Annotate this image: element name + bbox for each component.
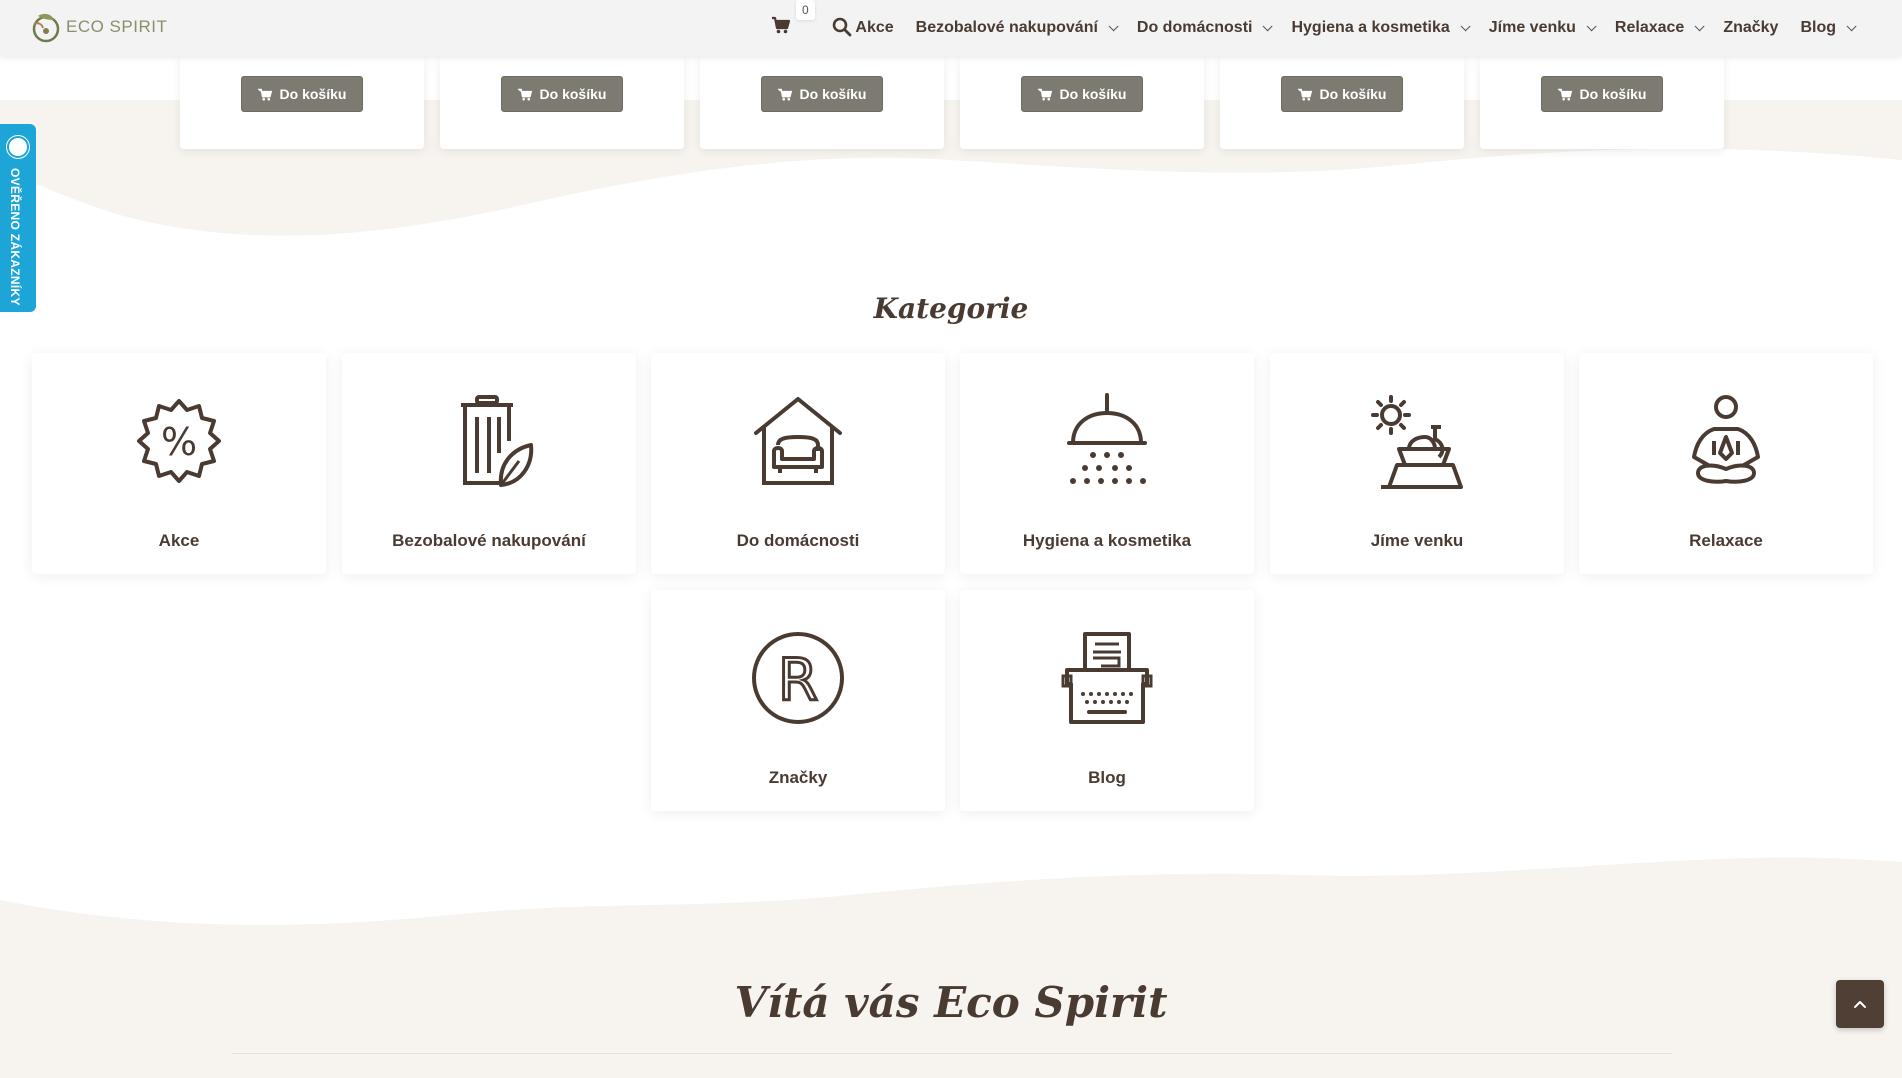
- nav-item-bezobalove[interactable]: Bezobalové nakupování: [905, 19, 1126, 37]
- add-to-cart-label: Do košíku: [1059, 86, 1127, 102]
- product-card: Do košíku: [1480, 56, 1724, 149]
- bottom-wave-decoration: [0, 857, 1902, 1078]
- add-to-cart-button[interactable]: Do košíku: [760, 76, 884, 112]
- product-card: Do košíku: [700, 56, 944, 149]
- add-to-cart-button[interactable]: Do košíku: [1020, 76, 1144, 112]
- add-to-cart-label: Do košíku: [799, 86, 867, 102]
- category-card-jime-venku[interactable]: Jíme venku: [1270, 353, 1564, 574]
- add-to-cart-button[interactable]: Do košíku: [1540, 76, 1664, 112]
- add-to-cart-label: Do košíku: [539, 86, 607, 102]
- svg-text:%: %: [161, 420, 197, 464]
- chevron-down-icon: [1694, 20, 1705, 31]
- category-label: Hygiena a kosmetika: [1022, 531, 1192, 550]
- category-label: Jíme venku: [1370, 531, 1464, 550]
- chevron-down-icon: [1108, 20, 1119, 31]
- category-label: Relaxace: [1689, 531, 1763, 550]
- verified-by-customers-tab[interactable]: OVĚŘENO ZÁKAZNÍKY: [0, 124, 36, 312]
- percent-badge-icon: %: [137, 399, 221, 483]
- main-nav: Akce Bezobalové nakupování Do domácnosti…: [844, 0, 1864, 56]
- nav-item-label: Hygiena a kosmetika: [1291, 19, 1450, 36]
- nav-item-label: Blog: [1800, 19, 1836, 36]
- category-label: Do domácnosti: [736, 531, 860, 550]
- welcome-title: Vítá vás Eco Spirit: [734, 978, 1168, 1027]
- registered-icon: R: [752, 632, 844, 724]
- nav-item-label: Relaxace: [1614, 19, 1685, 36]
- meditation-icon: [1692, 395, 1760, 484]
- nav-item-label: Bezobalové nakupování: [915, 19, 1098, 36]
- cart-count-badge: 0: [796, 0, 815, 20]
- verified-seal-icon: [7, 136, 29, 158]
- picnic-icon: [1371, 395, 1463, 489]
- shower-icon: [1067, 393, 1147, 484]
- verified-label: OVĚŘENO ZÁKAZNÍKY: [8, 168, 22, 306]
- nav-item-znacky[interactable]: Značky: [1712, 19, 1789, 37]
- logo-leaf-icon: [32, 13, 60, 43]
- add-to-cart-button[interactable]: Do košíku: [500, 76, 624, 112]
- category-label: Značky: [768, 768, 828, 787]
- logo-text: ECO SPIRIT: [66, 17, 168, 36]
- logo[interactable]: ECO SPIRIT: [30, 10, 167, 44]
- chevron-up-icon: [1854, 1001, 1866, 1008]
- cart-icon: [1037, 88, 1052, 100]
- nav-item-hygiena[interactable]: Hygiena a kosmetika: [1280, 19, 1477, 37]
- nav-item-label: Jíme venku: [1488, 19, 1576, 36]
- add-to-cart-label: Do košíku: [279, 86, 347, 102]
- bin-leaf-icon: [461, 395, 534, 487]
- nav-item-jime-venku[interactable]: Jíme venku: [1478, 19, 1604, 37]
- category-card-akce[interactable]: % Akce: [32, 353, 326, 574]
- house-sofa-icon: [754, 397, 842, 485]
- product-card: Do košíku: [180, 56, 424, 149]
- chevron-down-icon: [1460, 20, 1471, 31]
- add-to-cart-label: Do košíku: [1319, 86, 1387, 102]
- category-card-do-domacnosti[interactable]: Do domácnosti: [651, 353, 945, 574]
- svg-text:R: R: [778, 646, 818, 714]
- category-label: Bezobalové nakupování: [392, 531, 586, 550]
- nav-item-label: Do domácnosti: [1136, 19, 1253, 36]
- cart-icon: [517, 88, 532, 100]
- cart-icon: [257, 88, 272, 100]
- add-to-cart-button[interactable]: Do košíku: [1280, 76, 1404, 112]
- nav-item-blog[interactable]: Blog: [1789, 19, 1864, 37]
- product-row: Do košíku Do košíku Do košíku Do košíku …: [180, 56, 1724, 149]
- scroll-to-top-button[interactable]: [1836, 980, 1884, 1028]
- product-card: Do košíku: [1220, 56, 1464, 149]
- category-card-relaxace[interactable]: Relaxace: [1579, 353, 1873, 574]
- chevron-down-icon: [1846, 20, 1857, 31]
- cart-icon: [777, 88, 792, 100]
- category-card-blog[interactable]: Blog: [960, 590, 1254, 811]
- categories-title: Kategorie: [873, 292, 1029, 325]
- product-card: Do košíku: [960, 56, 1204, 149]
- cart-button[interactable]: [771, 16, 791, 39]
- category-card-bezobalove[interactable]: Bezobalové nakupování: [342, 353, 636, 574]
- typewriter-icon: [1061, 632, 1153, 724]
- product-card: Do košíku: [440, 56, 684, 149]
- category-card-hygiena[interactable]: Hygiena a kosmetika: [960, 353, 1254, 574]
- site-header: ECO SPIRIT 0 Akce Bezobalové nakupování …: [0, 0, 1902, 56]
- nav-item-label: Akce: [855, 19, 894, 36]
- cart-icon: [1297, 88, 1312, 100]
- chevron-down-icon: [1586, 20, 1597, 31]
- nav-item-akce[interactable]: Akce: [844, 19, 904, 37]
- cart-icon: [772, 16, 791, 34]
- cart-icon: [1557, 88, 1572, 100]
- add-to-cart-button[interactable]: Do košíku: [240, 76, 364, 112]
- welcome-divider: [232, 1053, 1672, 1054]
- category-card-znacky[interactable]: R Značky: [651, 590, 945, 811]
- add-to-cart-label: Do košíku: [1579, 86, 1647, 102]
- nav-item-relaxace[interactable]: Relaxace: [1604, 19, 1712, 37]
- category-label: Akce: [158, 531, 200, 550]
- nav-item-do-domacnosti[interactable]: Do domácnosti: [1126, 19, 1281, 37]
- category-label: Blog: [1088, 768, 1126, 787]
- nav-item-label: Značky: [1723, 19, 1779, 36]
- chevron-down-icon: [1263, 20, 1274, 31]
